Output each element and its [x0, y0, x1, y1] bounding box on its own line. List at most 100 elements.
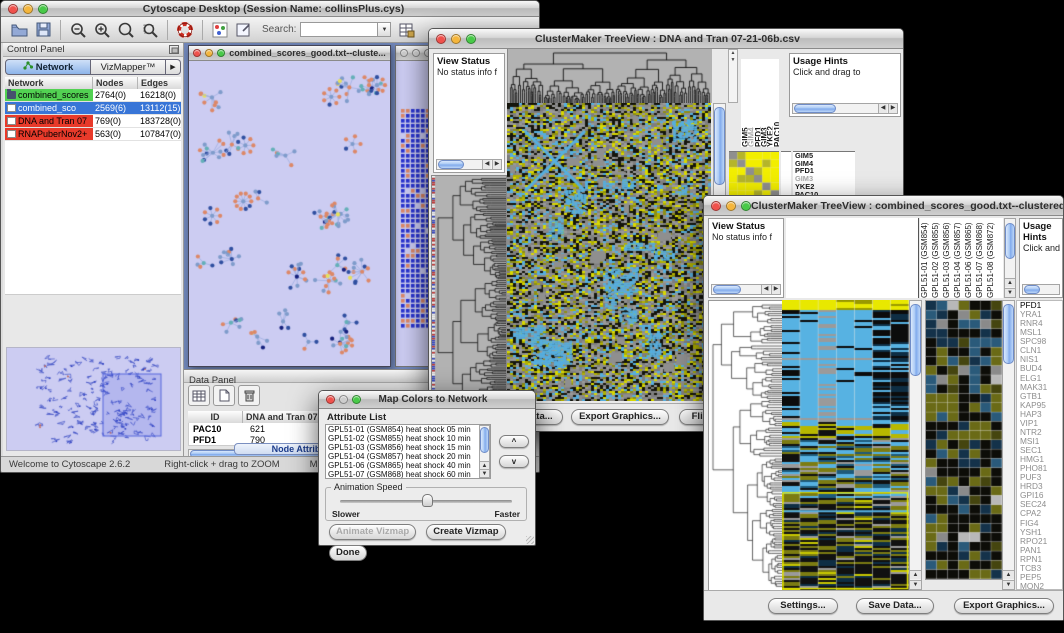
tv2-status-scrollbar[interactable]: ◀ ▶: [711, 284, 781, 295]
zoom-in-icon[interactable]: [90, 19, 114, 41]
gene-label[interactable]: YRA1: [1020, 310, 1062, 319]
zoom-button[interactable]: [217, 49, 225, 57]
export-graphics-button[interactable]: Export Graphics...: [954, 598, 1054, 614]
scroll-up-icon[interactable]: ▲: [1003, 570, 1014, 579]
tv2-row-dendrogram[interactable]: [708, 300, 784, 592]
gene-label[interactable]: TCB3: [1020, 564, 1062, 573]
tv1-status-scrollbar[interactable]: ◀ ▶: [436, 159, 502, 170]
gene-label[interactable]: RPN1: [1020, 555, 1062, 564]
tab-overflow-arrow-icon[interactable]: ▶: [166, 59, 181, 75]
tv2-labels-vscrollbar[interactable]: ▲ ▼: [1004, 218, 1016, 298]
gene-label[interactable]: KAP95: [1020, 401, 1062, 410]
gene-label[interactable]: MSL1: [1020, 328, 1062, 337]
treeview1-titlebar[interactable]: ClusterMaker TreeView : DNA and Tran 07-…: [429, 29, 903, 49]
gene-label[interactable]: PAN1: [1020, 546, 1062, 555]
attribute-list-item[interactable]: GPL51-02 (GSM855) heat shock 10 min: [326, 434, 490, 443]
network-table-row[interactable]: DNA and Tran 07 769(0) 183728(0): [5, 115, 181, 128]
column-label[interactable]: PAC10: [773, 59, 779, 147]
gene-label[interactable]: BUD4: [1020, 364, 1062, 373]
gene-label[interactable]: MON2: [1020, 582, 1062, 590]
annotation-icon[interactable]: [232, 19, 256, 41]
help-ring-icon[interactable]: [173, 19, 197, 41]
dialog-button[interactable]: Done: [329, 545, 367, 561]
scroll-right-icon[interactable]: ▶: [771, 285, 780, 294]
close-button[interactable]: [8, 4, 18, 14]
zoom-selected-icon[interactable]: [114, 19, 138, 41]
gene-label[interactable]: RNR4: [1020, 319, 1062, 328]
attribute-list-item[interactable]: GPL51-04 (GSM857) heat shock 20 min: [326, 452, 490, 461]
scroll-left-icon[interactable]: ◀: [878, 104, 887, 113]
save-data-button[interactable]: Save Data...: [856, 598, 934, 614]
network-table-row[interactable]: combined_scores 2764(0) 16218(0): [5, 89, 181, 102]
gene-label[interactable]: CPA2: [1020, 509, 1062, 518]
gene-label[interactable]: PFD1: [1020, 301, 1062, 310]
vizmapper-node-icon[interactable]: [208, 19, 232, 41]
dialog-button[interactable]: Create Vizmap: [426, 524, 505, 540]
gene-label[interactable]: FIG4: [1020, 519, 1062, 528]
network-table-row[interactable]: combined_sco 2569(6) 13112(15): [5, 102, 181, 115]
scroll-right-icon[interactable]: ▶: [888, 104, 897, 113]
main-titlebar[interactable]: Cytoscape Desktop (Session Name: collins…: [1, 1, 539, 17]
zoom-fit-icon[interactable]: [138, 19, 162, 41]
network1-titlebar[interactable]: combined_scores_good.txt--cluste...: [189, 46, 390, 61]
open-session-icon[interactable]: [7, 19, 31, 41]
minimize-button[interactable]: [205, 49, 213, 57]
scroll-down-icon[interactable]: ▼: [1003, 580, 1014, 589]
dialog-button[interactable]: Animate Vizmap: [329, 524, 416, 540]
gene-label[interactable]: SEC1: [1020, 446, 1062, 455]
col-nodes[interactable]: Nodes: [93, 77, 138, 89]
scroll-up-icon[interactable]: ▲: [910, 570, 921, 579]
network-overview-thumbnail[interactable]: [6, 347, 181, 451]
col-network[interactable]: Network: [5, 77, 93, 89]
attribute-list-item[interactable]: GPL51-07 (GSM868) heat shock 60 min: [326, 470, 490, 479]
gene-label[interactable]: HRD3: [1020, 482, 1062, 491]
tab-vizmapper[interactable]: VizMapper™: [91, 59, 166, 75]
scroll-up-icon[interactable]: ▲: [1005, 278, 1015, 287]
column-label[interactable]: YKE2: [766, 59, 772, 147]
scroll-thumb[interactable]: [1024, 285, 1040, 294]
minimize-button[interactable]: [451, 34, 461, 44]
zoom-out-icon[interactable]: [66, 19, 90, 41]
minimize-button[interactable]: [339, 395, 348, 404]
close-button[interactable]: [326, 395, 335, 404]
search-input[interactable]: [300, 22, 378, 37]
gene-label[interactable]: MSI1: [1020, 437, 1062, 446]
gene-label[interactable]: GTB1: [1020, 392, 1062, 401]
zoom-button[interactable]: [741, 201, 751, 211]
scroll-thumb[interactable]: [714, 107, 725, 185]
tv2-column-dendrogram-area[interactable]: [786, 218, 919, 298]
scroll-thumb[interactable]: [480, 427, 489, 453]
scroll-left-icon[interactable]: ◀: [482, 160, 491, 169]
gene-label[interactable]: SEC24: [1020, 500, 1062, 509]
column-label[interactable]: GPL51-07 (GSM868): [975, 218, 986, 298]
column-label[interactable]: GPL51-04 (GSM857): [953, 218, 964, 298]
zoom-button[interactable]: [38, 4, 48, 14]
gene-label[interactable]: RPO21: [1020, 537, 1062, 546]
scroll-thumb[interactable]: [794, 104, 836, 113]
tv1-row-dendrogram[interactable]: [431, 175, 507, 403]
settings-button[interactable]: Settings...: [768, 598, 838, 614]
scroll-thumb[interactable]: [1005, 223, 1015, 259]
minimize-button[interactable]: [726, 201, 736, 211]
gene-label[interactable]: MAK31: [1020, 383, 1062, 392]
attribute-list-scrollbar[interactable]: ▲ ▼: [479, 425, 490, 478]
minimize-button[interactable]: [412, 49, 420, 57]
scroll-down-icon[interactable]: ▼: [480, 469, 489, 477]
gene-label[interactable]: PEP5: [1020, 573, 1062, 582]
gene-label[interactable]: HMG1: [1020, 455, 1062, 464]
gene-label[interactable]: YSH1: [1020, 528, 1062, 537]
col-id[interactable]: ID: [188, 411, 243, 423]
move-up-button[interactable]: ^: [499, 435, 529, 448]
gene-label[interactable]: GPI16: [1020, 491, 1062, 500]
gene-label[interactable]: PHO81: [1020, 464, 1062, 473]
dialog-titlebar[interactable]: Map Colors to Network: [319, 391, 535, 409]
column-label[interactable]: GPL51-03 (GSM856): [942, 218, 953, 298]
gene-label[interactable]: VIP1: [1020, 419, 1062, 428]
tv2-heatmap[interactable]: [782, 300, 909, 590]
tv1-heatmap[interactable]: [507, 103, 711, 401]
float-panel-icon[interactable]: [169, 41, 179, 59]
tv1-mini-scroll-strip[interactable]: ▲▼: [728, 49, 738, 103]
scroll-right-icon[interactable]: ▶: [492, 160, 501, 169]
table-editor-icon[interactable]: [395, 19, 419, 41]
search-dropdown-arrow[interactable]: ▼: [378, 22, 391, 37]
